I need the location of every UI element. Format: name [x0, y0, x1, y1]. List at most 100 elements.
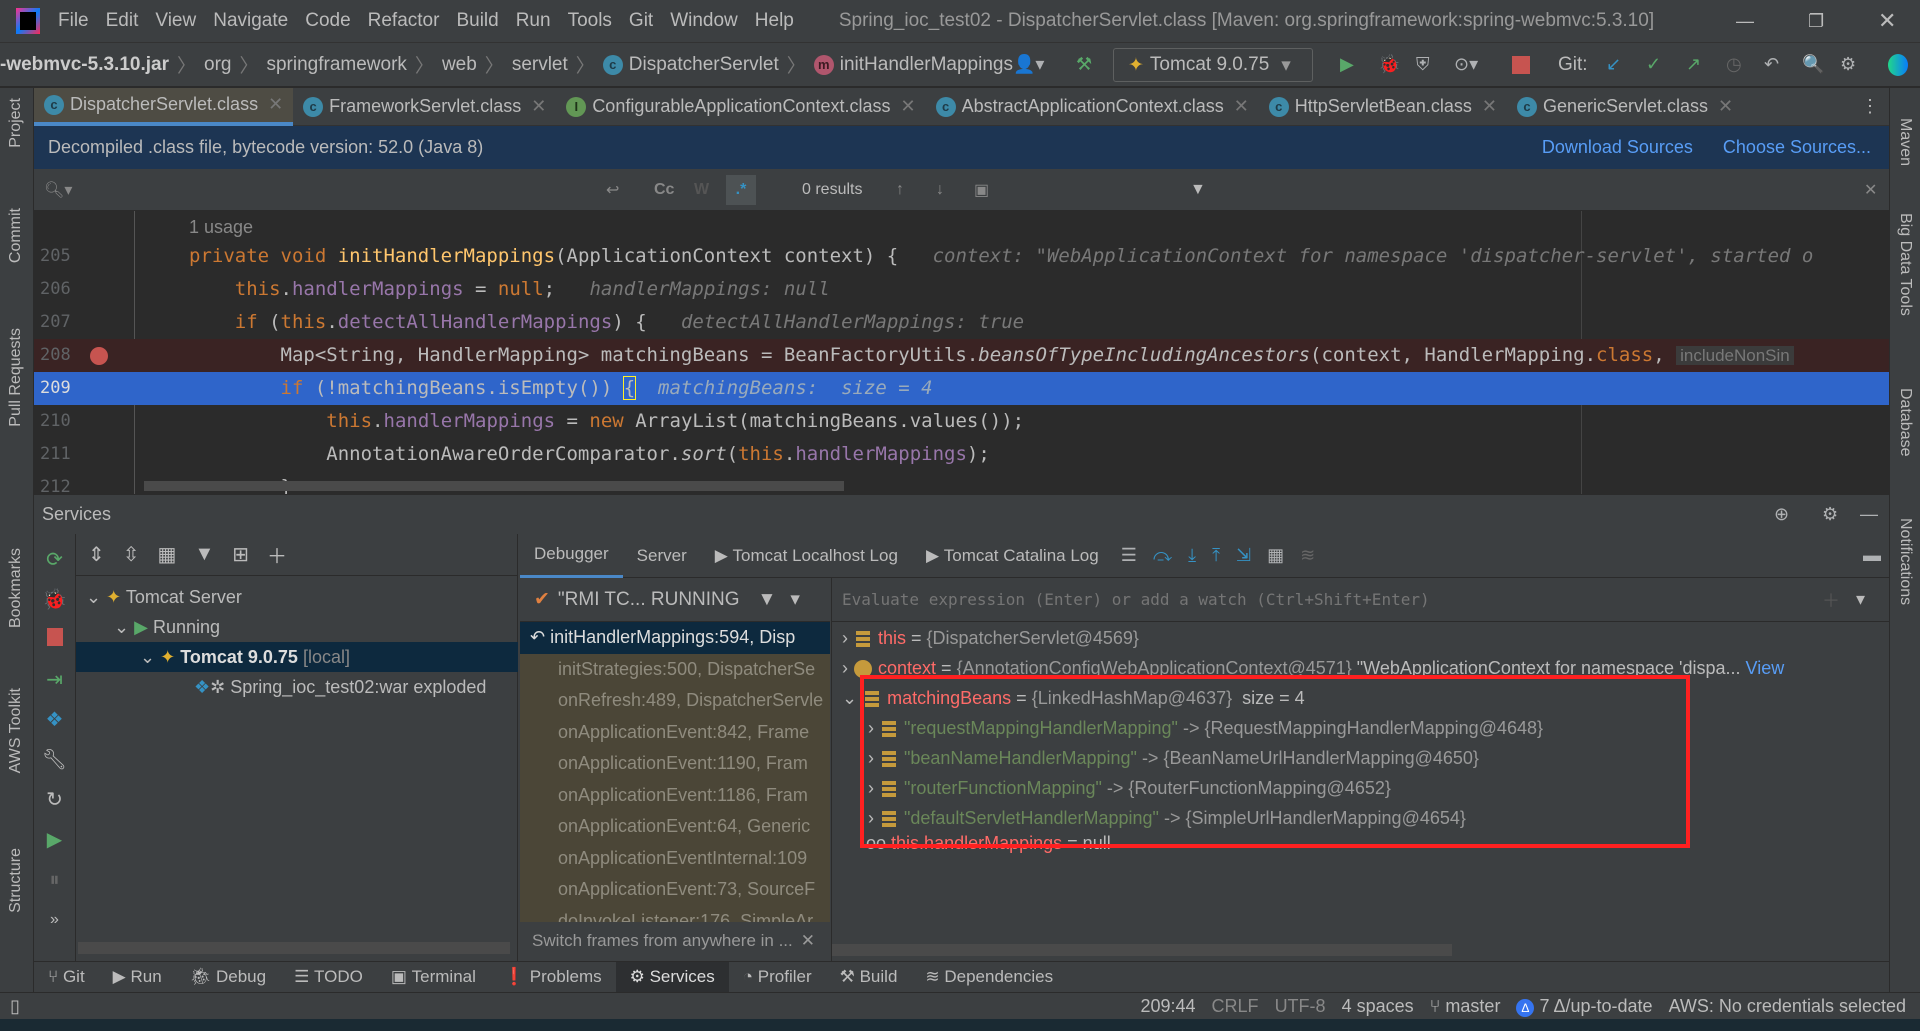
new-line-icon[interactable]: ↩: [606, 180, 619, 200]
wrench-icon[interactable]: 🔧︎: [34, 740, 75, 780]
stop-icon[interactable]: [34, 620, 75, 660]
indent-setting[interactable]: 4 spaces: [1342, 996, 1414, 1017]
tab-debugger[interactable]: Debugger: [520, 534, 623, 578]
breadcrumb-method[interactable]: initHandlerMappings: [840, 54, 1013, 76]
tree-item-artifact[interactable]: ❖✲ Spring_ioc_test02:war exploded: [194, 672, 486, 702]
tool-tab-git[interactable]: ⑂ Git: [34, 962, 99, 993]
filter-icon[interactable]: ▼: [1190, 181, 1206, 199]
run-icon[interactable]: ▶: [1340, 54, 1354, 75]
thread-select[interactable]: "RMI TC... RUNNING: [558, 589, 740, 611]
close-tab-icon[interactable]: ✕: [1718, 96, 1733, 117]
tool-project[interactable]: Project: [7, 98, 25, 148]
menu-navigate[interactable]: Navigate: [213, 10, 288, 32]
resume-icon[interactable]: ▶: [34, 820, 75, 860]
find-input[interactable]: [104, 174, 604, 205]
step-out-icon[interactable]: ⤒: [1212, 545, 1220, 566]
artifacts-icon[interactable]: ❖: [34, 700, 75, 740]
more-tabs-icon[interactable]: ⋮: [1861, 96, 1879, 117]
breadcrumb-servlet[interactable]: servlet: [512, 54, 568, 76]
refresh-icon[interactable]: ↻: [34, 780, 75, 820]
tool-tab-run[interactable]: ▶ Run: [99, 962, 176, 993]
frame-item[interactable]: onApplicationEvent:1186, Fram: [520, 780, 830, 812]
previous-occurrence-icon[interactable]: ↑: [896, 181, 904, 199]
whole-words-toggle[interactable]: W: [694, 181, 709, 199]
breadcrumb-web[interactable]: web: [442, 54, 477, 76]
tool-tab-profiler[interactable]: ◔ Profiler: [729, 962, 826, 993]
breadcrumb-springframework[interactable]: springframework: [266, 54, 406, 76]
choose-sources-link[interactable]: Choose Sources...: [1723, 137, 1871, 158]
chevron-down-icon[interactable]: ▾: [1856, 589, 1865, 610]
restore-button[interactable]: ❐: [1808, 11, 1824, 32]
gear-icon[interactable]: ⚙: [1840, 54, 1856, 75]
breakpoint-icon[interactable]: [90, 347, 108, 365]
menu-code[interactable]: Code: [305, 10, 350, 32]
breadcrumb-org[interactable]: org: [204, 54, 231, 76]
horizontal-scrollbar[interactable]: [78, 942, 510, 954]
tool-aws-toolkit[interactable]: AWS Toolkit: [7, 688, 25, 773]
tool-structure[interactable]: Structure: [7, 848, 25, 913]
history-icon[interactable]: ◷: [1726, 54, 1742, 75]
tab-localhost-log[interactable]: ▶︎ Tomcat Localhost Log: [701, 540, 912, 571]
step-into-icon[interactable]: ⤓: [1188, 545, 1196, 566]
code-editor[interactable]: 1 usage 205 private void initHandlerMappi…: [34, 211, 1889, 494]
tree-item-running[interactable]: ⌄ ▶ Running: [114, 612, 220, 642]
filter-icon[interactable]: ▼: [758, 589, 777, 611]
run-to-cursor-icon[interactable]: ⇲: [1236, 545, 1251, 566]
horizontal-scrollbar[interactable]: [144, 481, 844, 491]
frame-item-selected[interactable]: ↶ initHandlerMappings:594, Disp: [520, 622, 830, 654]
select-all-icon[interactable]: ▣: [974, 180, 989, 200]
expand-all-icon[interactable]: ⇕: [88, 542, 105, 567]
menu-file[interactable]: File: [58, 10, 89, 32]
vcs-status[interactable]: Δ 7 Δ/up-to-date: [1516, 996, 1653, 1017]
tool-tab-services[interactable]: ⚙ Services: [615, 961, 729, 993]
tool-pull-requests[interactable]: Pull Requests: [7, 328, 25, 427]
variable-this[interactable]: › this = {DispatcherServlet@4569}: [842, 623, 1139, 653]
close-tab-icon[interactable]: ✕: [1482, 96, 1497, 117]
frames-menu-icon[interactable]: ☰: [1121, 545, 1137, 566]
tree-item-tomcat-server[interactable]: ⌄ ✦ Tomcat Server: [86, 582, 242, 612]
breadcrumb-class[interactable]: DispatcherServlet: [629, 54, 779, 76]
git-push-icon[interactable]: ↗: [1686, 54, 1701, 75]
menu-tools[interactable]: Tools: [568, 10, 612, 32]
rerun-icon[interactable]: ⟳: [34, 540, 75, 580]
horizontal-scrollbar[interactable]: [832, 944, 1452, 956]
menu-help[interactable]: Help: [755, 10, 794, 32]
rollback-icon[interactable]: ↶: [1764, 54, 1779, 75]
debug-icon[interactable]: 🐞: [1378, 54, 1400, 75]
tab-abstractapplicationcontext[interactable]: c AbstractApplicationContext.class ✕: [926, 88, 1259, 126]
coverage-icon[interactable]: ⛨: [1416, 54, 1430, 75]
profile-icon[interactable]: ⊙▾: [1454, 54, 1478, 75]
add-icon[interactable]: ＋: [267, 540, 287, 569]
match-case-toggle[interactable]: Cc: [654, 181, 674, 199]
minimize-button[interactable]: —: [1736, 11, 1754, 32]
target-icon[interactable]: ⊕: [1774, 504, 1789, 525]
tab-server[interactable]: Server: [623, 540, 701, 571]
menu-edit[interactable]: Edit: [106, 10, 139, 32]
tool-tab-build[interactable]: ⚒ Build: [826, 962, 912, 993]
evaluate-expression-input[interactable]: [842, 581, 1802, 618]
next-occurrence-icon[interactable]: ↓: [936, 181, 944, 199]
git-commit-icon[interactable]: ✓: [1646, 54, 1661, 75]
toggle-tool-windows-icon[interactable]: ▯: [10, 996, 20, 1017]
frame-item[interactable]: onApplicationEventInternal:109: [520, 843, 830, 875]
menu-git[interactable]: Git: [629, 10, 653, 32]
run-config-select[interactable]: ✦ Tomcat 9.0.75 ▾: [1113, 48, 1313, 82]
filter-icon[interactable]: ▼: [194, 543, 214, 566]
tool-tab-dependencies[interactable]: ≋ Dependencies: [911, 962, 1067, 993]
frame-item[interactable]: initStrategies:500, DispatcherSe: [520, 654, 830, 686]
frame-item[interactable]: onRefresh:489, DispatcherServle: [520, 685, 830, 717]
tool-tab-terminal[interactable]: ▣ Terminal: [377, 962, 490, 993]
close-find-icon[interactable]: ✕: [1864, 180, 1877, 200]
tab-catalina-log[interactable]: ▶︎ Tomcat Catalina Log: [912, 540, 1113, 571]
tab-frameworkservlet[interactable]: c FrameworkServlet.class ✕: [293, 88, 556, 126]
frame-item[interactable]: onApplicationEvent:1190, Fram: [520, 748, 830, 780]
deploy-icon[interactable]: ⇥: [34, 660, 75, 700]
layout-icon[interactable]: ▬: [1863, 545, 1881, 566]
code-with-me-icon[interactable]: [1888, 53, 1908, 76]
tree-item-tomcat-instance[interactable]: ⌄ ✦ Tomcat 9.0.75 [local]: [76, 642, 518, 672]
search-icon[interactable]: 🔍: [1802, 54, 1824, 75]
pause-icon[interactable]: ⏸: [34, 860, 75, 900]
user-icon[interactable]: 👤▾: [1013, 54, 1044, 75]
tool-maven[interactable]: Maven: [1896, 118, 1914, 166]
close-hint-icon[interactable]: ✕: [801, 931, 815, 951]
